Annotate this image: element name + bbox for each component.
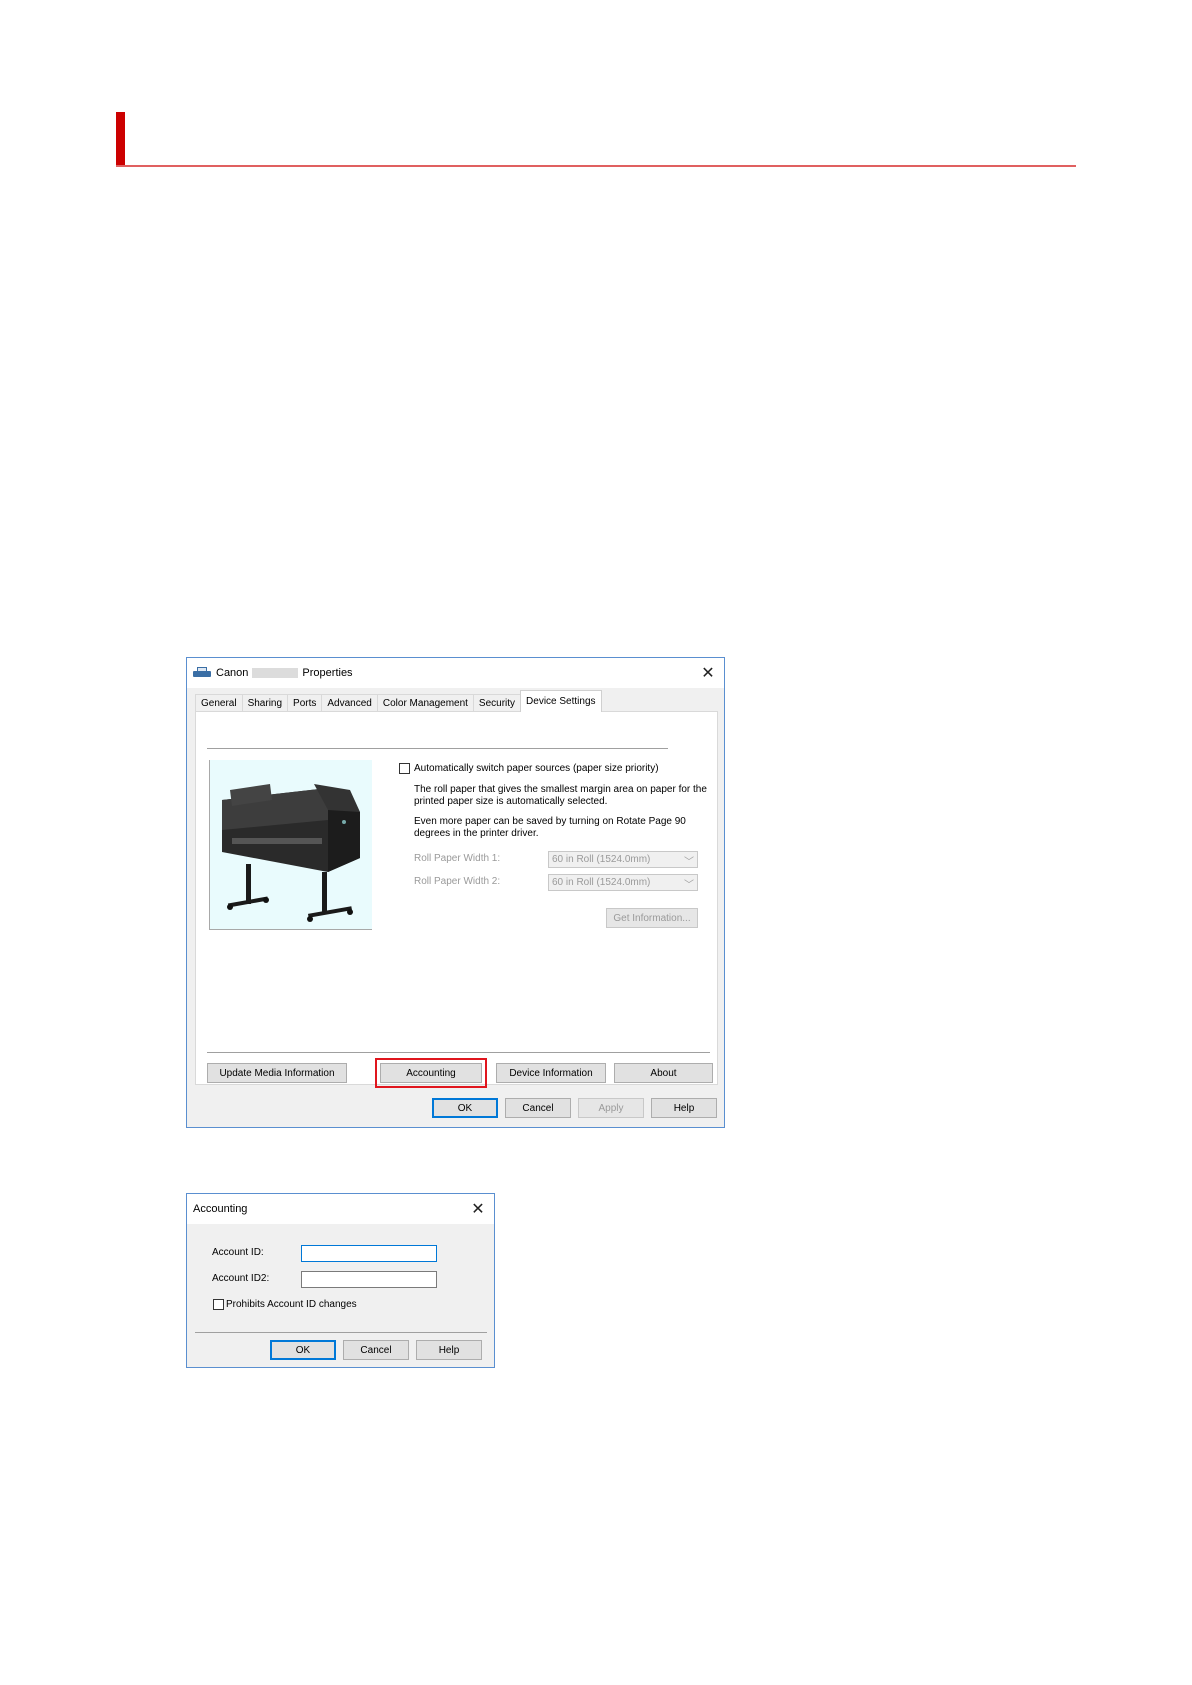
tab-sharing[interactable]: Sharing [241, 694, 289, 712]
tab-ports[interactable]: Ports [287, 694, 323, 712]
dialog-title: Accounting [193, 1203, 248, 1215]
divider [207, 1052, 710, 1053]
auto-switch-checkbox[interactable] [399, 763, 410, 774]
help-button[interactable]: Help [416, 1340, 482, 1360]
tab-color-management[interactable]: Color Management [376, 694, 474, 712]
prohibit-changes-label[interactable]: Prohibits Account ID changes [226, 1299, 357, 1310]
apply-button[interactable]: Apply [578, 1098, 644, 1118]
dialog-title-prefix: Canon [216, 667, 249, 679]
ok-button[interactable]: OK [432, 1098, 498, 1118]
description-line-1: The roll paper that gives the smallest m… [414, 784, 707, 795]
tab-device-settings[interactable]: Device Settings [520, 690, 602, 712]
dialog-titlebar: Accounting [187, 1194, 494, 1224]
about-button[interactable]: About [614, 1063, 713, 1083]
ok-button[interactable]: OK [270, 1340, 336, 1360]
get-information-button[interactable]: Get Information... [606, 908, 698, 928]
account-id-label: Account ID: [212, 1247, 264, 1258]
help-button[interactable]: Help [651, 1098, 717, 1118]
heading-accent-bar [116, 112, 125, 167]
roll-paper-width-1-label: Roll Paper Width 1: [414, 853, 501, 864]
accounting-dialog: Accounting ✕ Account ID: Account ID2: Pr… [186, 1193, 495, 1368]
description-line-4: degrees in the printer driver. [414, 828, 539, 839]
account-id2-input[interactable] [301, 1271, 437, 1288]
tab-security[interactable]: Security [472, 694, 522, 712]
heading-underline [116, 165, 1076, 167]
tab-strip: General Sharing Ports Advanced Color Man… [195, 690, 602, 712]
dialog-titlebar: Canon Properties [187, 658, 724, 688]
cancel-button[interactable]: Cancel [343, 1340, 409, 1360]
roll-paper-width-2-value: 60 in Roll (1524.0mm) [552, 877, 651, 888]
dropdown-arrow-icon: ﹀ [684, 880, 694, 891]
close-icon[interactable]: ✕ [698, 663, 718, 683]
accounting-highlight-box [375, 1058, 487, 1088]
account-id-input[interactable] [301, 1245, 437, 1262]
roll-paper-width-1-value: 60 in Roll (1524.0mm) [552, 854, 651, 865]
printer-illustration [222, 784, 360, 922]
device-settings-panel: Automatically switch paper sources (pape… [195, 711, 718, 1088]
tab-advanced[interactable]: Advanced [321, 694, 378, 712]
printer-properties-dialog: Canon Properties ✕ General Sharing Ports… [186, 657, 725, 1128]
close-icon[interactable]: ✕ [468, 1199, 488, 1219]
divider [207, 748, 668, 749]
device-information-button[interactable]: Device Information [496, 1063, 606, 1083]
update-media-information-button[interactable]: Update Media Information [207, 1063, 347, 1083]
printer-icon [193, 667, 211, 679]
roll-paper-width-2-label: Roll Paper Width 2: [414, 876, 501, 887]
tab-general[interactable]: General [195, 694, 243, 712]
printer-product-image [209, 760, 372, 930]
cancel-button[interactable]: Cancel [505, 1098, 571, 1118]
description-line-3: Even more paper can be saved by turning … [414, 816, 686, 827]
roll-paper-width-1-select[interactable]: 60 in Roll (1524.0mm) ﹀ [548, 851, 698, 868]
roll-paper-width-2-select[interactable]: 60 in Roll (1524.0mm) ﹀ [548, 874, 698, 891]
description-line-2: printed paper size is automatically sele… [414, 796, 608, 807]
dropdown-arrow-icon: ﹀ [684, 857, 694, 868]
divider [195, 1332, 487, 1333]
prohibit-changes-checkbox[interactable] [213, 1299, 224, 1310]
account-id2-label: Account ID2: [212, 1273, 270, 1284]
dialog-title-suffix: Properties [302, 667, 353, 679]
redacted-model-name [252, 668, 299, 678]
auto-switch-label[interactable]: Automatically switch paper sources (pape… [414, 763, 659, 775]
